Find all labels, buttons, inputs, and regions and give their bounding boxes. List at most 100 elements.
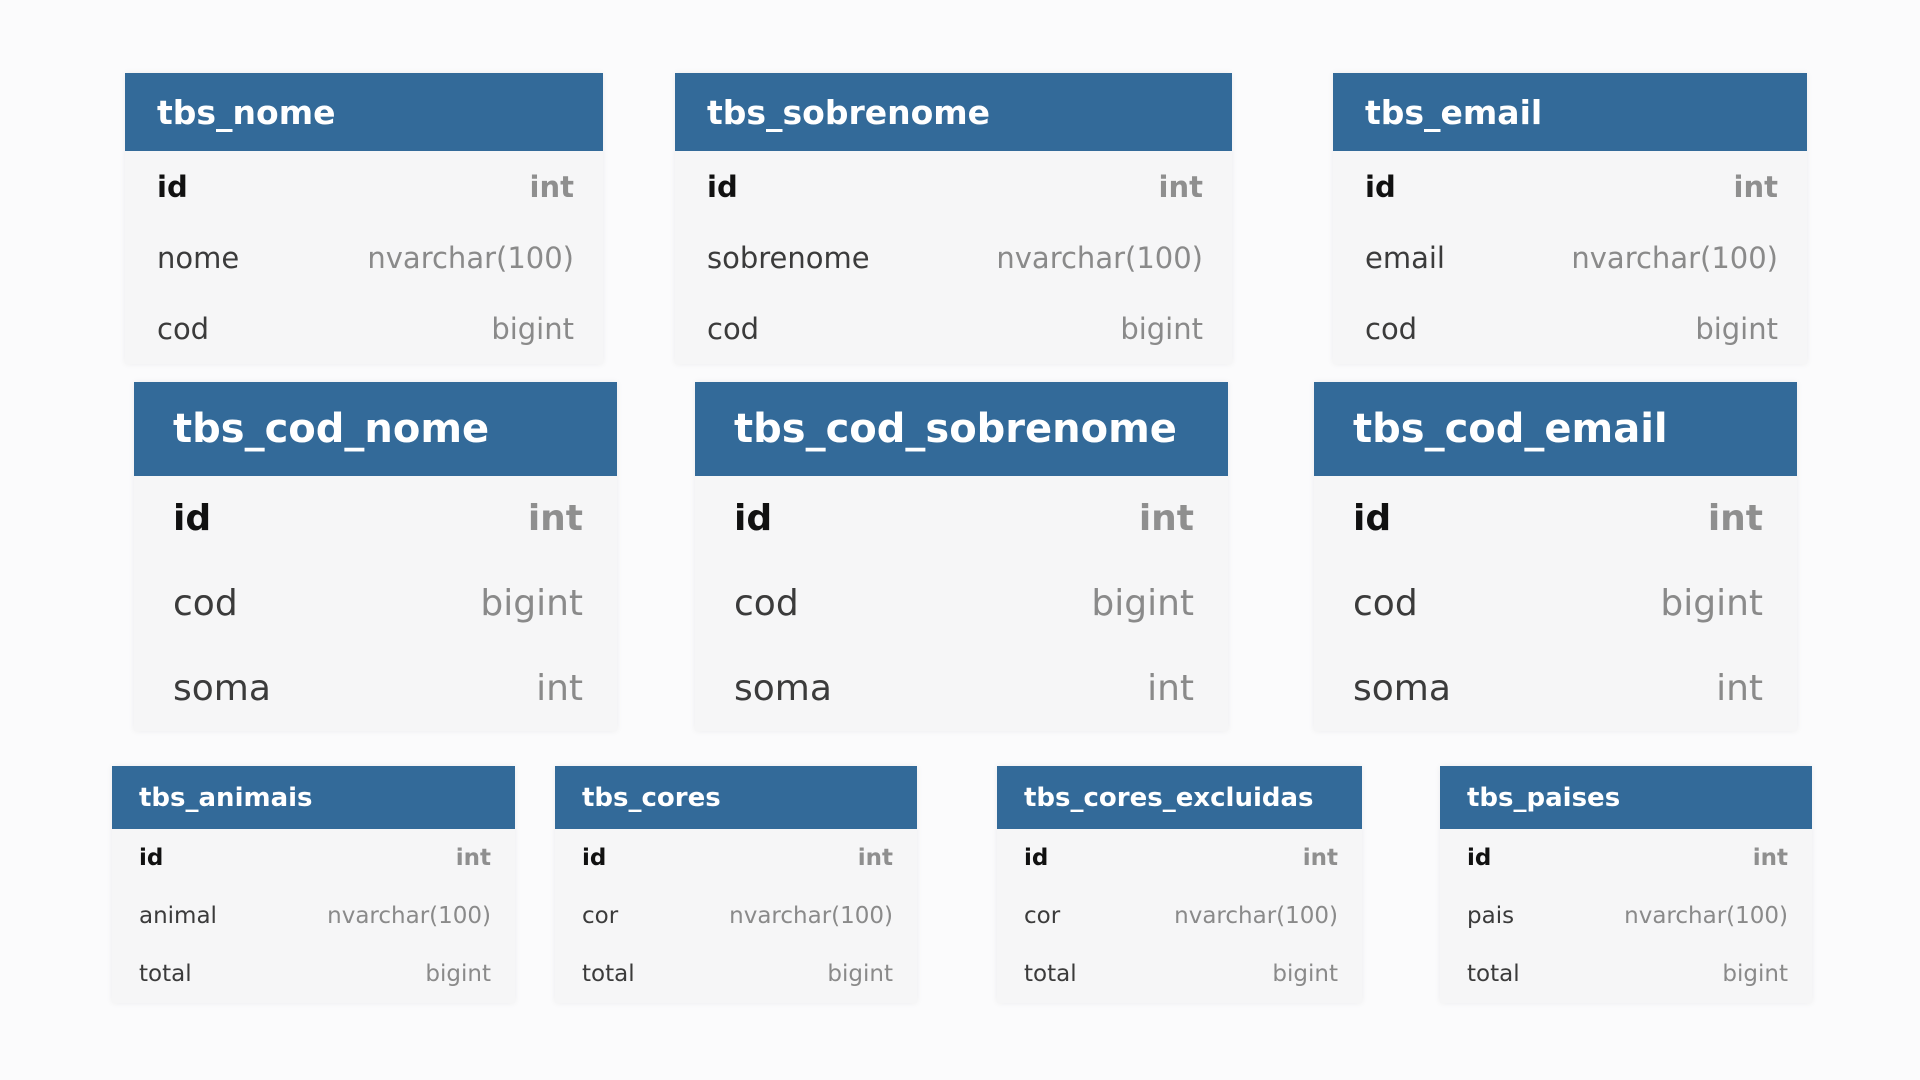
column-name: cor (582, 903, 619, 929)
table-tbs-nome[interactable]: tbs_nome id int nome nvarchar(100) cod b… (125, 73, 603, 364)
column-row: cor nvarchar(100) (555, 887, 917, 945)
column-name: id (734, 498, 773, 539)
column-name: id (1365, 169, 1396, 204)
column-type: bigint (491, 311, 574, 346)
column-name: total (1467, 961, 1520, 987)
column-row: total bigint (1440, 945, 1812, 1003)
table-title: tbs_cod_sobrenome (695, 382, 1228, 476)
column-name: id (707, 169, 738, 204)
column-row: id int (1333, 151, 1807, 222)
column-type: int (1158, 169, 1203, 204)
column-name: id (1353, 498, 1392, 539)
column-row: id int (134, 476, 617, 561)
table-tbs-animais[interactable]: tbs_animais id int animal nvarchar(100) … (112, 766, 515, 1003)
column-type: int (455, 845, 491, 871)
column-row: id int (675, 151, 1232, 222)
column-name: id (157, 169, 188, 204)
column-name: soma (1353, 668, 1451, 709)
column-name: cod (1365, 311, 1418, 346)
column-type: bigint (480, 583, 583, 624)
column-type: nvarchar(100) (729, 903, 893, 929)
table-tbs-sobrenome[interactable]: tbs_sobrenome id int sobrenome nvarchar(… (675, 73, 1232, 364)
column-name: email (1365, 240, 1445, 275)
column-row: id int (1314, 476, 1797, 561)
column-type: int (1716, 668, 1763, 709)
column-type: int (527, 498, 583, 539)
column-type: nvarchar(100) (367, 240, 574, 275)
column-row: nome nvarchar(100) (125, 222, 603, 293)
column-type: bigint (1091, 583, 1194, 624)
table-tbs-cod-sobrenome[interactable]: tbs_cod_sobrenome id int cod bigint soma… (695, 382, 1228, 731)
column-row: cod bigint (695, 561, 1228, 646)
column-name: animal (139, 903, 217, 929)
column-row: id int (1440, 829, 1812, 887)
column-name: id (1467, 845, 1492, 871)
table-title: tbs_cod_email (1314, 382, 1797, 476)
column-row: cod bigint (1314, 561, 1797, 646)
column-name: sobrenome (707, 240, 870, 275)
table-title: tbs_sobrenome (675, 73, 1232, 151)
column-row: total bigint (112, 945, 515, 1003)
column-row: soma int (695, 646, 1228, 731)
diagram-canvas: tbs_nome id int nome nvarchar(100) cod b… (0, 0, 1920, 1080)
table-tbs-paises[interactable]: tbs_paises id int pais nvarchar(100) tot… (1440, 766, 1812, 1003)
column-type: nvarchar(100) (1174, 903, 1338, 929)
column-name: total (582, 961, 635, 987)
column-name: id (173, 498, 212, 539)
column-type: int (1302, 845, 1338, 871)
column-name: total (1024, 961, 1077, 987)
column-name: id (1024, 845, 1049, 871)
table-title: tbs_paises (1440, 766, 1812, 829)
column-row: id int (125, 151, 603, 222)
table-tbs-cores-excluidas[interactable]: tbs_cores_excluidas id int cor nvarchar(… (997, 766, 1362, 1003)
column-type: int (1138, 498, 1194, 539)
column-name: soma (173, 668, 271, 709)
column-type: nvarchar(100) (327, 903, 491, 929)
table-tbs-cod-email[interactable]: tbs_cod_email id int cod bigint soma int (1314, 382, 1797, 731)
table-tbs-email[interactable]: tbs_email id int email nvarchar(100) cod… (1333, 73, 1807, 364)
column-type: bigint (827, 961, 893, 987)
column-type: bigint (1660, 583, 1763, 624)
column-type: bigint (1722, 961, 1788, 987)
column-name: cod (734, 583, 799, 624)
column-row: cod bigint (1333, 293, 1807, 364)
column-name: id (582, 845, 607, 871)
table-title: tbs_animais (112, 766, 515, 829)
column-row: id int (112, 829, 515, 887)
column-row: animal nvarchar(100) (112, 887, 515, 945)
column-type: nvarchar(100) (996, 240, 1203, 275)
column-name: pais (1467, 903, 1515, 929)
column-type: bigint (425, 961, 491, 987)
table-title: tbs_email (1333, 73, 1807, 151)
column-row: sobrenome nvarchar(100) (675, 222, 1232, 293)
column-type: int (857, 845, 893, 871)
column-type: bigint (1120, 311, 1203, 346)
column-row: soma int (1314, 646, 1797, 731)
column-row: cod bigint (675, 293, 1232, 364)
column-type: int (1707, 498, 1763, 539)
column-row: id int (695, 476, 1228, 561)
column-type: bigint (1272, 961, 1338, 987)
table-tbs-cod-nome[interactable]: tbs_cod_nome id int cod bigint soma int (134, 382, 617, 731)
column-type: int (1733, 169, 1778, 204)
column-name: id (139, 845, 164, 871)
column-row: id int (997, 829, 1362, 887)
column-name: cor (1024, 903, 1061, 929)
column-name: cod (173, 583, 238, 624)
table-title: tbs_cores_excluidas (997, 766, 1362, 829)
column-type: int (529, 169, 574, 204)
column-type: int (1147, 668, 1194, 709)
column-name: cod (707, 311, 760, 346)
table-tbs-cores[interactable]: tbs_cores id int cor nvarchar(100) total… (555, 766, 917, 1003)
column-row: soma int (134, 646, 617, 731)
column-type: int (1752, 845, 1788, 871)
column-row: total bigint (997, 945, 1362, 1003)
table-title: tbs_cod_nome (134, 382, 617, 476)
column-row: total bigint (555, 945, 917, 1003)
column-name: soma (734, 668, 832, 709)
column-type: nvarchar(100) (1624, 903, 1788, 929)
column-type: bigint (1695, 311, 1778, 346)
column-name: nome (157, 240, 240, 275)
column-row: pais nvarchar(100) (1440, 887, 1812, 945)
column-row: id int (555, 829, 917, 887)
